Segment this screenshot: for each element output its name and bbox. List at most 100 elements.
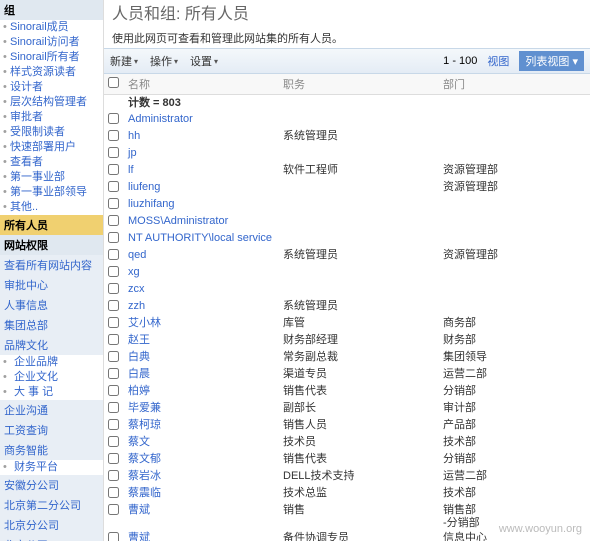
cell-name[interactable]: jp (124, 146, 279, 163)
sidebar-item[interactable]: 企业沟通 (0, 400, 103, 420)
table-row[interactable]: jp (104, 146, 590, 163)
row-checkbox[interactable] (108, 419, 119, 430)
sidebar-item[interactable]: 第一事业部 (0, 170, 103, 185)
sidebar-item[interactable]: 设计者 (0, 80, 103, 95)
sidebar-item[interactable]: 审批者 (0, 110, 103, 125)
table-row[interactable]: NT AUTHORITY\local service (104, 231, 590, 248)
cell-name[interactable]: zzh (124, 299, 279, 316)
sidebar-item[interactable]: 北京公司 (0, 535, 103, 541)
row-checkbox[interactable] (108, 317, 119, 328)
table-row[interactable]: 蔡文技术员技术部 (104, 435, 590, 452)
toolbar-settings[interactable]: 设置▾ (190, 53, 218, 69)
table-row[interactable]: 艾小林库管商务部 (104, 316, 590, 333)
table-row[interactable]: 赵王财务部经理财务部 (104, 333, 590, 350)
cell-name[interactable]: qed (124, 248, 279, 265)
sidebar-item[interactable]: 人事信息 (0, 295, 103, 315)
table-row[interactable]: 白典常务副总裁集团领导 (104, 350, 590, 367)
row-checkbox[interactable] (108, 130, 119, 141)
sidebar-item[interactable]: 受限制读者 (0, 125, 103, 140)
toolbar-view[interactable]: 视图 (487, 53, 509, 69)
sidebar-all-people[interactable]: 所有人员 (0, 215, 103, 235)
sidebar-item[interactable]: 层次结构管理者 (0, 95, 103, 110)
cell-name[interactable]: NT AUTHORITY\local service (124, 231, 279, 248)
row-checkbox[interactable] (108, 436, 119, 447)
table-row[interactable]: 毕爱兼副部长审计部 (104, 401, 590, 418)
table-row[interactable]: 蔡文郁销售代表分销部 (104, 452, 590, 469)
row-checkbox[interactable] (108, 198, 119, 209)
table-row[interactable]: 蔡柯琼销售人员产品部 (104, 418, 590, 435)
sidebar-site-perm[interactable]: 网站权限 (0, 235, 103, 255)
cell-name[interactable]: 艾小林 (124, 316, 279, 333)
sidebar-item[interactable]: 企业文化 (0, 370, 103, 385)
table-row[interactable]: 白晨渠道专员运营二部 (104, 367, 590, 384)
sidebar-item[interactable]: Sinorail所有者 (0, 50, 103, 65)
cell-name[interactable]: 毕爱兼 (124, 401, 279, 418)
col-dept[interactable]: 部门 (439, 74, 590, 95)
cell-name[interactable]: lf (124, 163, 279, 180)
row-checkbox[interactable] (108, 470, 119, 481)
row-checkbox[interactable] (108, 334, 119, 345)
sidebar-item[interactable]: 企业品牌 (0, 355, 103, 370)
sidebar-item[interactable]: 安徽分公司 (0, 475, 103, 495)
table-row[interactable]: 蔡震临技术总监技术部 (104, 486, 590, 503)
sidebar-item[interactable]: 快速部署用户 (0, 140, 103, 155)
row-checkbox[interactable] (108, 283, 119, 294)
col-job[interactable]: 职务 (279, 74, 439, 95)
row-checkbox[interactable] (108, 181, 119, 192)
cell-name[interactable]: 蔡文 (124, 435, 279, 452)
sidebar-item[interactable]: Sinorail成员 (0, 20, 103, 35)
cell-name[interactable]: 曹斌 (124, 531, 279, 541)
table-row[interactable]: 曹斌备件协调专员信息中心 (104, 531, 590, 541)
cell-name[interactable]: 赵王 (124, 333, 279, 350)
row-checkbox[interactable] (108, 113, 119, 124)
table-row[interactable]: liuzhifang (104, 197, 590, 214)
table-row[interactable]: hh系统管理员 (104, 129, 590, 146)
sidebar-item[interactable]: 第一事业部领导 (0, 185, 103, 200)
row-checkbox[interactable] (108, 232, 119, 243)
row-checkbox[interactable] (108, 215, 119, 226)
row-checkbox[interactable] (108, 453, 119, 464)
table-row[interactable]: lf软件工程师资源管理部 (104, 163, 590, 180)
row-checkbox[interactable] (108, 487, 119, 498)
row-checkbox[interactable] (108, 385, 119, 396)
toolbar-list-view[interactable]: 列表视图 ▾ (519, 51, 584, 71)
sidebar-item[interactable]: 集团总部 (0, 315, 103, 335)
cell-name[interactable]: 蔡柯琼 (124, 418, 279, 435)
cell-name[interactable]: 白典 (124, 350, 279, 367)
sidebar-item[interactable]: 审批中心 (0, 275, 103, 295)
row-checkbox[interactable] (108, 351, 119, 362)
row-checkbox[interactable] (108, 266, 119, 277)
sidebar-item[interactable]: 工资查询 (0, 420, 103, 440)
sidebar-item[interactable]: 财务平台 (0, 460, 103, 475)
row-checkbox[interactable] (108, 532, 119, 541)
table-row[interactable]: qed系统管理员资源管理部 (104, 248, 590, 265)
sidebar-item[interactable]: 大 事 记 (0, 385, 103, 400)
cell-name[interactable]: liuzhifang (124, 197, 279, 214)
cell-name[interactable]: 柏婷 (124, 384, 279, 401)
sidebar-item[interactable]: 商务智能 (0, 440, 103, 460)
table-row[interactable]: xg (104, 265, 590, 282)
table-row[interactable]: MOSS\Administrator (104, 214, 590, 231)
sidebar-item[interactable]: 北京分公司 (0, 515, 103, 535)
toolbar-ops[interactable]: 操作▾ (150, 53, 178, 69)
cell-name[interactable]: 蔡岩冰 (124, 469, 279, 486)
cell-name[interactable]: liufeng (124, 180, 279, 197)
select-all-checkbox[interactable] (108, 77, 119, 88)
cell-name[interactable]: zcx (124, 282, 279, 299)
table-row[interactable]: 蔡岩冰DELL技术支持运营二部 (104, 469, 590, 486)
cell-name[interactable]: Administrator (124, 112, 279, 129)
col-name[interactable]: 名称 (124, 74, 279, 95)
sidebar-item[interactable]: 北京第二分公司 (0, 495, 103, 515)
cell-name[interactable]: xg (124, 265, 279, 282)
table-row[interactable]: 柏婷销售代表分销部 (104, 384, 590, 401)
toolbar-new[interactable]: 新建▾ (110, 53, 138, 69)
cell-name[interactable]: 蔡震临 (124, 486, 279, 503)
cell-name[interactable]: hh (124, 129, 279, 146)
sidebar-item[interactable]: 样式资源读者 (0, 65, 103, 80)
row-checkbox[interactable] (108, 147, 119, 158)
table-row[interactable]: zzh系统管理员 (104, 299, 590, 316)
table-row[interactable]: Administrator (104, 112, 590, 129)
row-checkbox[interactable] (108, 504, 119, 515)
sidebar-item[interactable]: 品牌文化 (0, 335, 103, 355)
row-checkbox[interactable] (108, 368, 119, 379)
